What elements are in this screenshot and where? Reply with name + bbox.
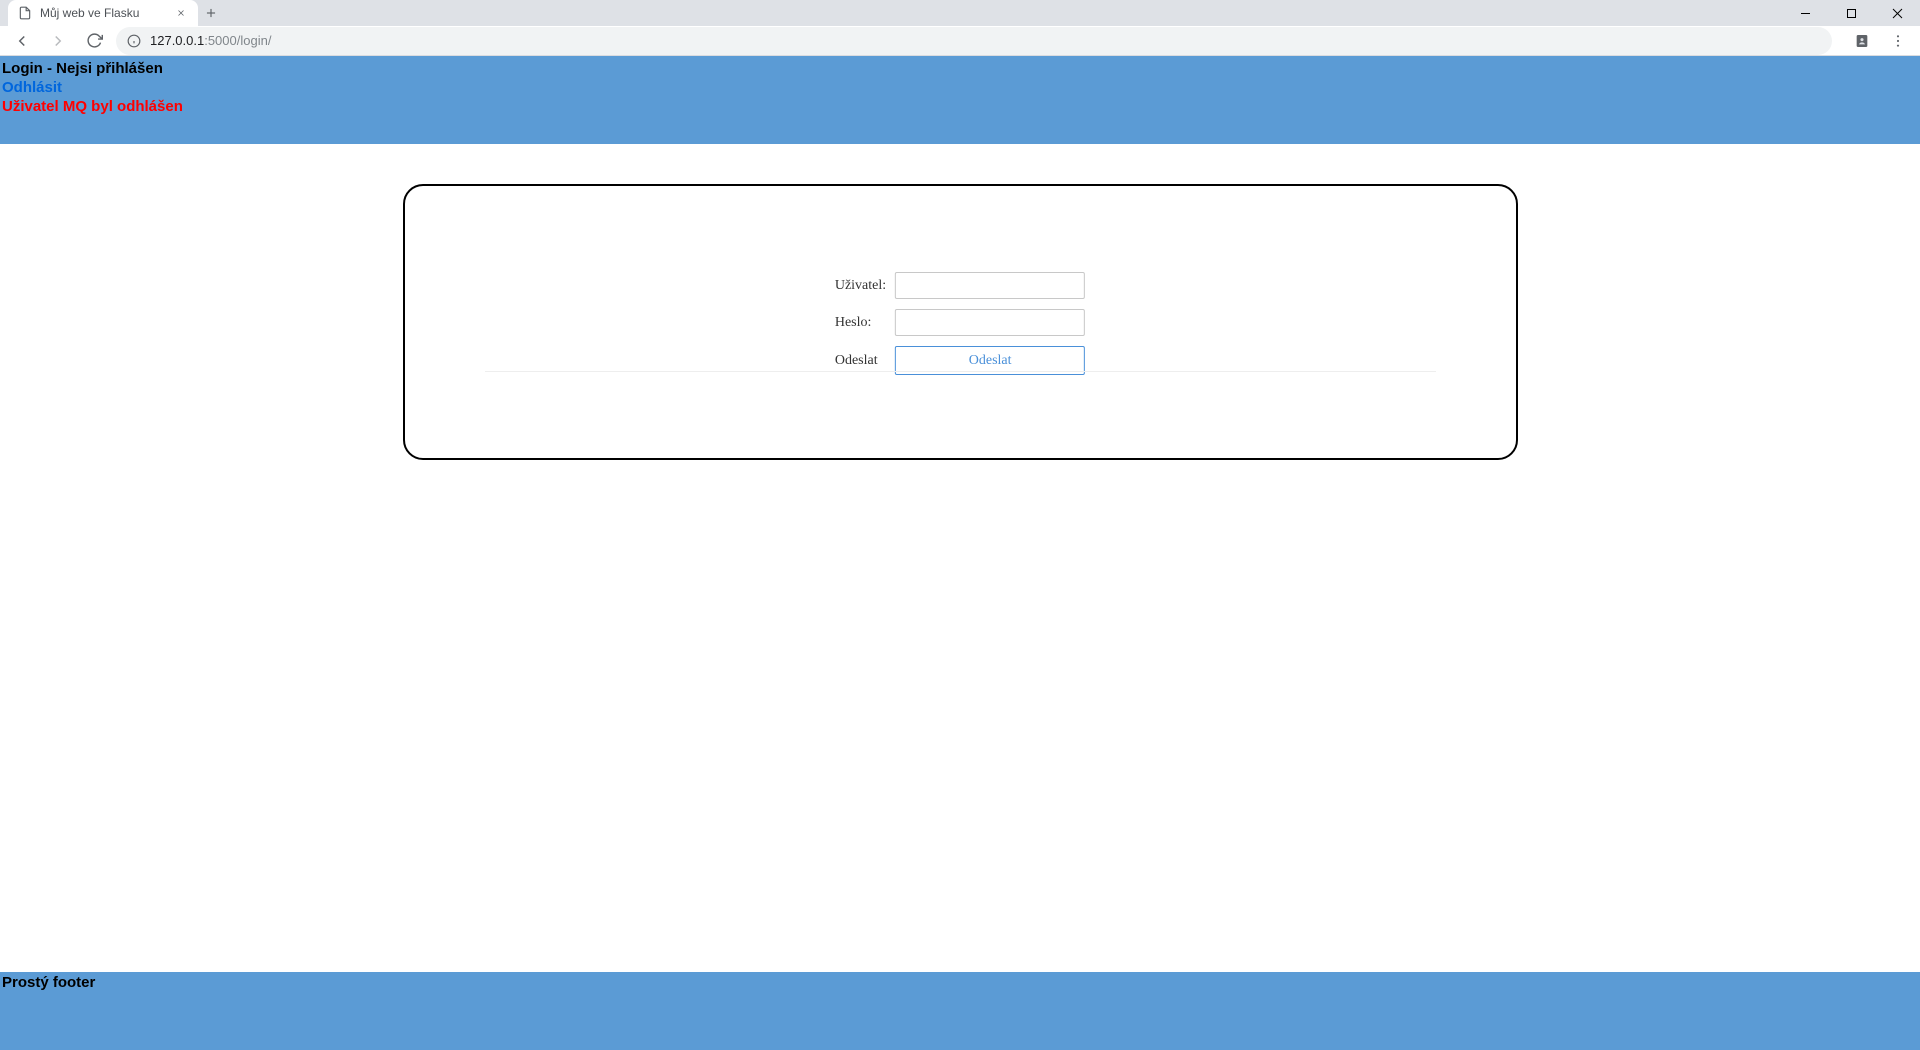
nav-forward-button[interactable] — [44, 27, 72, 55]
nav-back-button[interactable] — [8, 27, 36, 55]
account-icon[interactable] — [1848, 27, 1876, 55]
browser-tab-strip: Můj web ve Flasku — [0, 0, 1920, 26]
main-content: Uživatel: Heslo: Odeslat Odeslat — [0, 144, 1920, 972]
kebab-menu-icon[interactable] — [1884, 27, 1912, 55]
window-maximize-button[interactable] — [1828, 0, 1874, 26]
site-info-icon[interactable] — [126, 33, 142, 49]
window-controls — [1782, 0, 1920, 26]
flash-message: Uživatel MQ byl odhlášen — [2, 98, 1918, 117]
header-banner: Login - Nejsi přihlášen Odhlásit Uživate… — [0, 56, 1920, 144]
browser-tab-title: Můj web ve Flasku — [40, 6, 166, 20]
page-title: Login - Nejsi přihlášen — [2, 60, 1918, 79]
file-icon — [18, 6, 32, 20]
password-label: Heslo: — [832, 305, 890, 340]
toolbar-right-icons — [1840, 27, 1912, 55]
footer-text: Prostý footer — [2, 974, 95, 991]
username-label: Uživatel: — [832, 268, 890, 303]
close-icon[interactable] — [174, 6, 188, 20]
password-input[interactable] — [895, 309, 1085, 336]
divider — [485, 371, 1436, 372]
url-port-path: :5000/login/ — [204, 33, 271, 48]
logout-link[interactable]: Odhlásit — [2, 79, 1918, 98]
window-minimize-button[interactable] — [1782, 0, 1828, 26]
nav-reload-button[interactable] — [80, 27, 108, 55]
browser-tab-active[interactable]: Můj web ve Flasku — [8, 0, 198, 26]
browser-toolbar: 127.0.0.1:5000/login/ — [0, 26, 1920, 56]
url-text: 127.0.0.1:5000/login/ — [150, 33, 271, 48]
new-tab-button[interactable] — [198, 0, 224, 26]
username-input[interactable] — [895, 272, 1085, 299]
submit-row-label: Odeslat — [832, 342, 890, 379]
url-host: 127.0.0.1 — [150, 33, 204, 48]
footer-banner: Prostý footer — [0, 972, 1920, 1050]
login-card: Uživatel: Heslo: Odeslat Odeslat — [403, 184, 1518, 460]
address-bar[interactable]: 127.0.0.1:5000/login/ — [116, 27, 1832, 55]
login-form: Uživatel: Heslo: Odeslat Odeslat — [830, 266, 1090, 381]
window-close-button[interactable] — [1874, 0, 1920, 26]
